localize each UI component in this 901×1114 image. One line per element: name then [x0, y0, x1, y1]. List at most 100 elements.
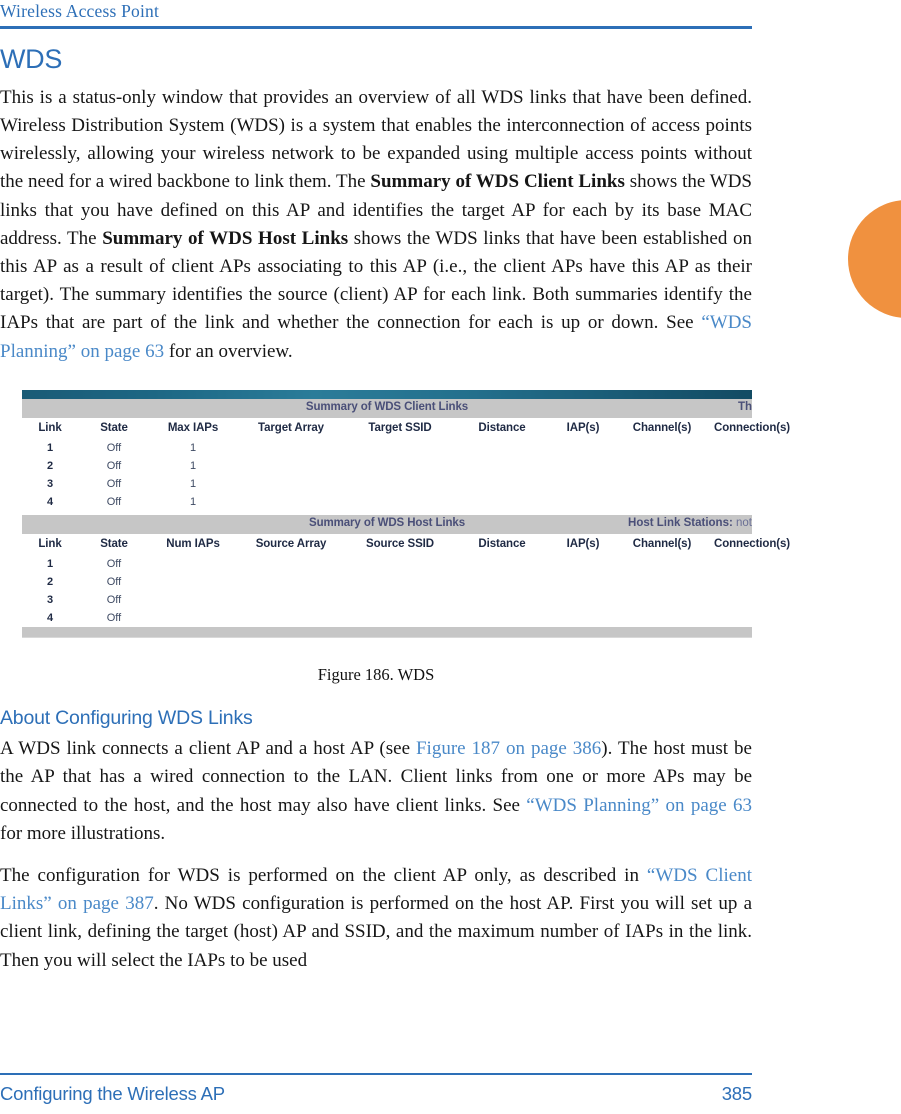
col-header-link: Link: [38, 421, 62, 434]
cell-channels: [616, 555, 708, 573]
cell-target-ssid: [346, 439, 454, 457]
cell-connections: [708, 457, 796, 475]
table-row: 3 Off 1: [22, 475, 796, 493]
cell-iaps: [550, 475, 616, 493]
window-title-gradient-bar: [22, 389, 752, 399]
cross-reference-wds-planning-63-2[interactable]: “WDS Planning” on page 63: [526, 795, 752, 816]
table-row: 4 Off: [22, 609, 796, 627]
cell-state: Off: [106, 575, 122, 588]
cell-max-iaps: 1: [189, 441, 197, 454]
figure-caption: Figure 186. WDS: [317, 664, 435, 684]
footer-chapter-label: Configuring the Wireless AP: [0, 1083, 225, 1104]
cell-iaps: [550, 493, 616, 511]
col-header-connections: Connection(s): [714, 537, 790, 550]
cell-distance: [454, 555, 550, 573]
cell-target-ssid: [346, 493, 454, 511]
col-header-iaps: IAP(s): [566, 537, 600, 550]
cell-num-iaps: [150, 573, 236, 591]
cell-distance: [454, 573, 550, 591]
cross-reference-figure-187-page-386[interactable]: Figure 187 on page 386: [416, 738, 601, 759]
table-row: 3 Off: [22, 591, 796, 609]
cell-state: Off: [106, 593, 122, 606]
col-header-source-ssid: Source SSID: [366, 537, 434, 550]
cell-target-ssid: [346, 475, 454, 493]
cell-max-iaps: 1: [189, 459, 197, 472]
paragraph-wds-configuration: The configuration for WDS is performed o…: [0, 862, 752, 975]
client-links-table: Link State Max IAPs Target Array Target …: [22, 418, 796, 511]
col-header-iaps: IAP(s): [566, 421, 600, 434]
cell-connections: [708, 439, 796, 457]
figure-186: Summary of WDS Client Links Th Link Stat…: [0, 389, 790, 685]
cell-source-ssid: [346, 573, 454, 591]
cell-connections: [708, 591, 796, 609]
page-footer: Configuring the Wireless AP 385: [0, 1072, 752, 1114]
cell-max-iaps: 1: [189, 495, 197, 508]
host-link-stations-value: not: [736, 516, 752, 529]
cell-source-array: [236, 609, 346, 627]
cell-target-array: [236, 439, 346, 457]
client-links-section-title: Summary of WDS Client Links: [305, 400, 469, 413]
host-link-stations-status: Host Link Stations: not: [628, 517, 752, 529]
cell-source-ssid: [346, 609, 454, 627]
cell-channels: [616, 439, 708, 457]
cell-num-iaps: [150, 609, 236, 627]
intro-text-f: for an overview.: [164, 340, 293, 362]
cell-iaps: [550, 457, 616, 475]
page-number: 385: [721, 1083, 752, 1104]
col-header-num-iaps: Num IAPs: [166, 537, 220, 550]
host-links-section-bar: Summary of WDS Host Links Host Link Stat…: [22, 514, 752, 534]
cell-distance: [454, 475, 550, 493]
col-header-target-ssid: Target SSID: [368, 421, 432, 434]
cell-state: Off: [106, 611, 122, 624]
cell-iaps: [550, 573, 616, 591]
col-header-state: State: [100, 421, 128, 434]
cell-target-array: [236, 457, 346, 475]
cell-link: 3: [46, 477, 54, 490]
cell-source-ssid: [346, 591, 454, 609]
cell-source-array: [236, 591, 346, 609]
cell-connections: [708, 609, 796, 627]
term-summary-client-links: Summary of WDS Client Links: [370, 171, 625, 193]
running-header-text: Wireless Access Point: [0, 1, 160, 21]
cell-iaps: [550, 609, 616, 627]
col-header-link: Link: [38, 537, 62, 550]
cell-distance: [454, 609, 550, 627]
cell-distance: [454, 493, 550, 511]
cell-state: Off: [106, 459, 122, 472]
col-header-max-iaps: Max IAPs: [167, 421, 219, 434]
intro-paragraph: This is a status-only window that provid…: [0, 84, 752, 366]
cell-link: 3: [46, 593, 54, 606]
cell-source-array: [236, 573, 346, 591]
cell-link: 1: [46, 441, 54, 454]
cell-link: 2: [46, 459, 54, 472]
section-heading-about-configuring-wds-links: About Configuring WDS Links: [0, 706, 253, 729]
host-link-stations-label: Host Link Stations:: [628, 516, 733, 529]
cell-num-iaps: [150, 555, 236, 573]
cell-channels: [616, 457, 708, 475]
cell-connections: [708, 475, 796, 493]
page-content: WDS This is a status-only window that pr…: [0, 41, 790, 989]
cell-max-iaps: 1: [189, 477, 197, 490]
cell-num-iaps: [150, 591, 236, 609]
cell-distance: [454, 457, 550, 475]
paragraph-wds-link-overview: A WDS link connects a client AP and a ho…: [0, 735, 752, 848]
client-links-section-right-truncated: Th: [737, 400, 752, 413]
cell-iaps: [550, 439, 616, 457]
cell-state: Off: [106, 495, 122, 508]
cell-state: Off: [106, 557, 122, 570]
page-title: WDS: [0, 44, 63, 74]
col-header-distance: Distance: [478, 421, 526, 434]
cell-distance: [454, 591, 550, 609]
table-row: 1 Off: [22, 555, 796, 573]
window-bottom-bar: [22, 626, 752, 637]
p2-text-c: for more illustrations.: [0, 822, 166, 844]
cell-link: 4: [46, 495, 54, 508]
running-header: Wireless Access Point: [0, 0, 752, 29]
cell-connections: [708, 573, 796, 591]
col-header-state: State: [100, 537, 128, 550]
p2-text-a: A WDS link connects a client AP and a ho…: [0, 738, 416, 760]
cell-link: 2: [46, 575, 54, 588]
cell-target-array: [236, 475, 346, 493]
cell-state: Off: [106, 441, 122, 454]
page-edge-tab-marker: [848, 200, 901, 318]
